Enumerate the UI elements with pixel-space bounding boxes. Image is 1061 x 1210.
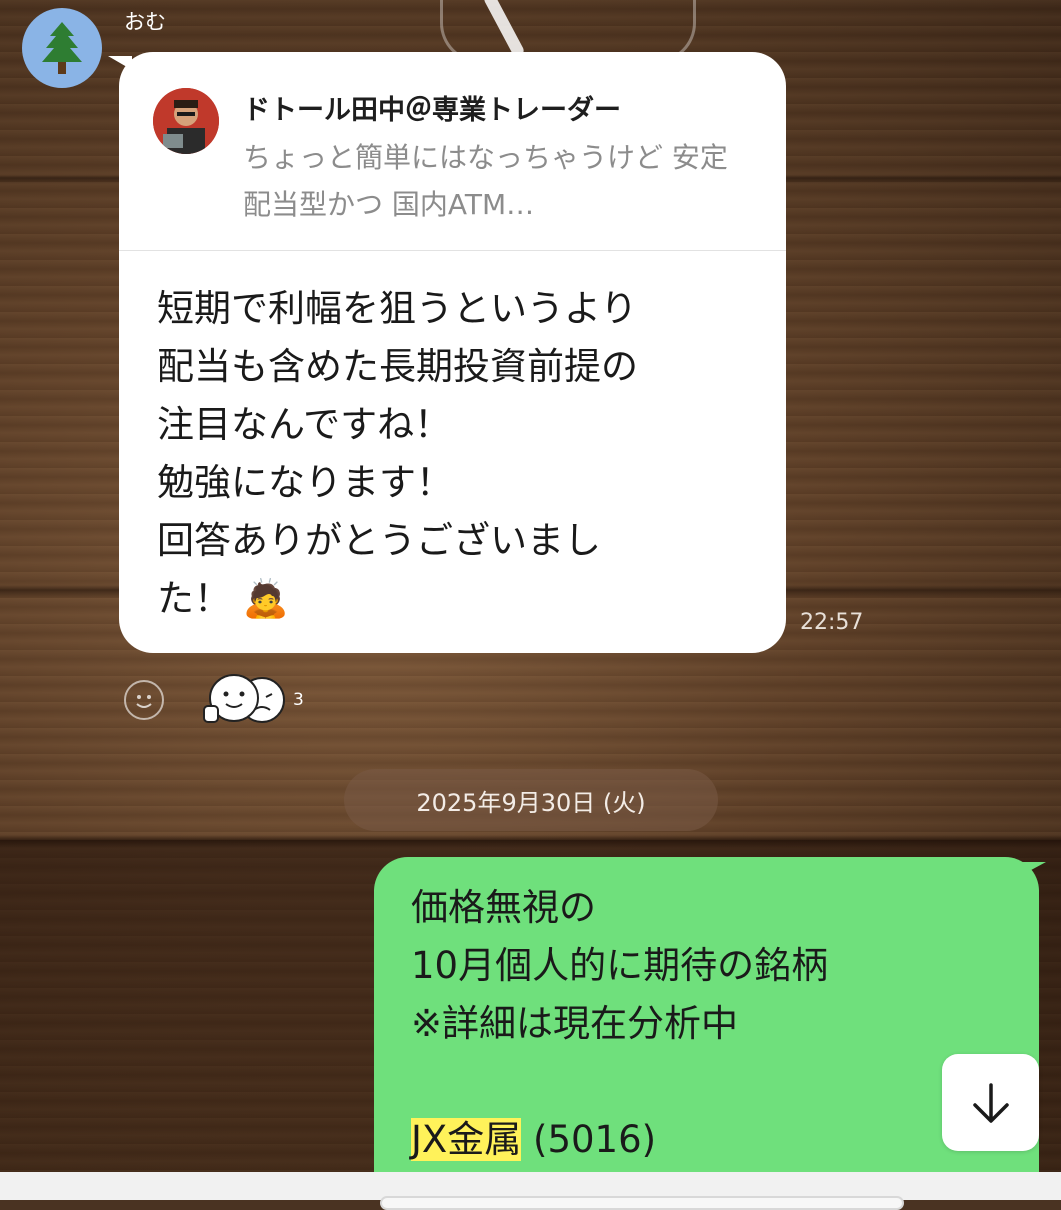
quote-text: ちょっと簡単にはなっちゃうけど 安定配当型かつ 国内ATM… [243,141,728,221]
quote-author-avatar [153,88,219,154]
highlighted-stock-name: JX金属 [411,1118,522,1161]
date-divider-text: 2025年9月30日 (火) [416,788,646,817]
reaction-count: 3 [293,690,304,710]
stock-line: JX金属 (5016) [411,1111,656,1169]
bowing-emoji: 🙇 [242,577,289,620]
sender-name: おむ [124,10,166,34]
received-message-text: 短期で利幅を狙うというより 配当も含めた長期投資前提の 注目なんですね！ 勉強に… [157,280,757,628]
sender-avatar[interactable] [22,8,102,88]
thumbs-up-face-sticker [203,674,259,723]
scroll-to-bottom-button[interactable] [942,1054,1039,1151]
arrow-down-icon [972,1082,1009,1123]
received-message-body: 短期で利幅を狙うというより 配当も含めた長期投資前提の 注目なんですね！ 勉強に… [157,287,638,620]
quote-author-name: ドトール田中＠専業トレーダー [243,95,621,126]
received-message-bubble[interactable]: ドトール田中＠専業トレーダー ちょっと簡単にはなっちゃうけど 安定配当型かつ 国… [119,52,786,653]
sent-message-text: 価格無視の 10月個人的に期待の銘柄 ※詳細は現在分析中 [411,886,829,1045]
sent-message-bubble[interactable]: 価格無視の 10月個人的に期待の銘柄 ※詳細は現在分析中 JX金属 (5016) [374,857,1039,1200]
stock-code: (5016) [521,1118,657,1161]
reaction-stickers[interactable] [200,670,290,730]
tree-icon [42,22,82,74]
date-divider: 2025年9月30日 (火) [344,769,718,831]
smiley-add-icon[interactable] [124,680,164,720]
quoted-reply[interactable]: ドトール田中＠専業トレーダー ちょっと簡単にはなっちゃうけど 安定配当型かつ 国… [119,52,786,251]
received-message-time: 22:57 [800,610,864,635]
message-input[interactable] [380,1196,904,1210]
